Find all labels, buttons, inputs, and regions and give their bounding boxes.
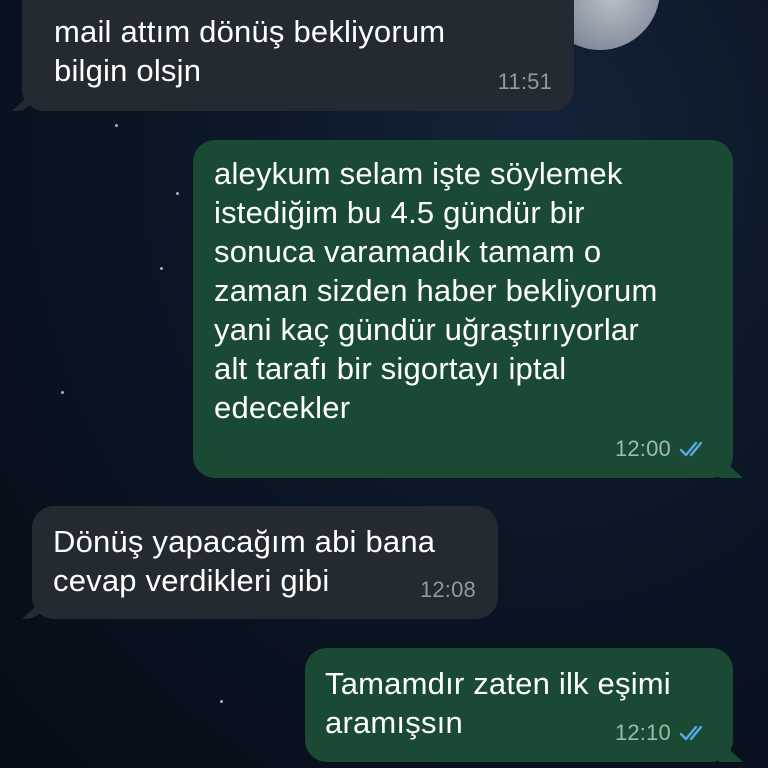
star-decoration bbox=[176, 192, 179, 195]
message-meta: 12:00 bbox=[615, 429, 711, 468]
message-time: 12:08 bbox=[419, 577, 476, 602]
message-bubble-incoming[interactable]: Dönüş yapacağım abi bana cevap verdikler… bbox=[22, 506, 498, 619]
bubble-tail bbox=[22, 597, 46, 619]
star-decoration bbox=[160, 267, 163, 270]
star-decoration bbox=[115, 124, 118, 127]
message-text: Dönüş yapacağım abi bana cevap verdikler… bbox=[53, 524, 436, 598]
message-meta: 11:51 bbox=[498, 62, 552, 101]
message-time: 12:10 bbox=[614, 720, 671, 745]
message-bubble-outgoing[interactable]: Tamamdır zaten ilk eşimi aramışsın 12:10 bbox=[305, 648, 743, 762]
message-bubble-incoming[interactable]: mail attım dönüş bekliyorum bilgin olsjn… bbox=[12, 0, 574, 111]
chat-window: mail attım dönüş bekliyorum bilgin olsjn… bbox=[0, 0, 768, 768]
bubble-tail bbox=[719, 740, 743, 762]
message-time: 11:51 bbox=[497, 69, 552, 94]
star-decoration bbox=[220, 700, 223, 703]
message-bubble-outgoing[interactable]: aleykum selam işte söylemek istediğim bu… bbox=[193, 140, 743, 478]
message-text: mail attım dönüş bekliyorum bilgin olsjn bbox=[54, 14, 446, 88]
read-double-check-icon bbox=[679, 441, 703, 456]
message-meta: 12:08 bbox=[420, 570, 476, 609]
bubble-tail bbox=[719, 456, 743, 478]
bubble-tail bbox=[12, 89, 36, 111]
message-text: aleykum selam işte söylemek istediğim bu… bbox=[214, 156, 658, 425]
message-time: 12:00 bbox=[614, 436, 671, 461]
message-meta: 12:10 bbox=[615, 713, 711, 752]
star-decoration bbox=[61, 391, 64, 394]
read-double-check-icon bbox=[679, 725, 703, 740]
